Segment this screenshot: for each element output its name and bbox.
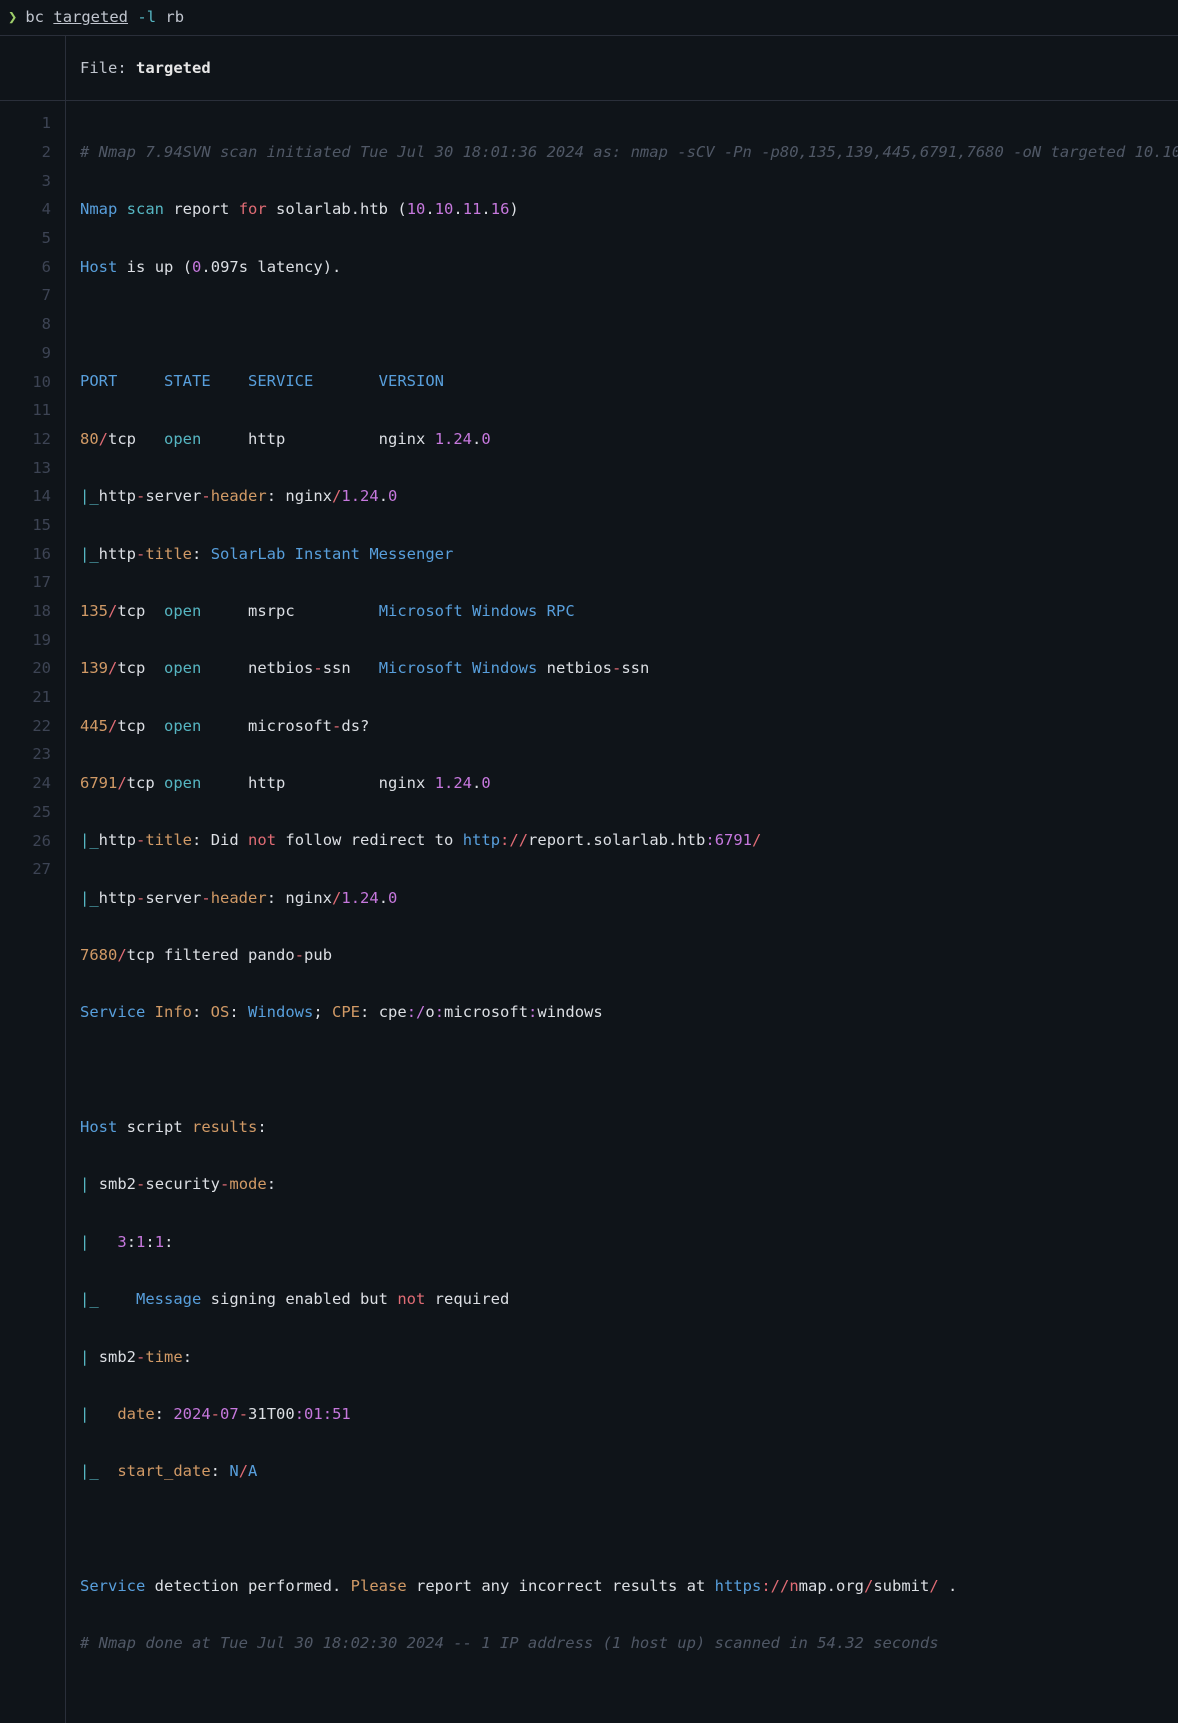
code-line: Service Info: OS: Windows; CPE: cpe:/o:m… [80,998,1178,1027]
code-line: # Nmap done at Tue Jul 30 18:02:30 2024 … [80,1629,1178,1658]
code-line: | date: 2024-07-31T00:01:51 [80,1400,1178,1429]
code-line: Nmap scan report for solarlab.htb (10.10… [80,195,1178,224]
code-line: | smb2-security-mode: [80,1170,1178,1199]
file-label: File: [80,59,136,77]
code-line: |_http-server-header: nginx/1.24.0 [80,884,1178,913]
code-line: Host is up (0.097s latency). [80,253,1178,282]
code-line: # Nmap 7.94SVN scan initiated Tue Jul 30… [80,138,1178,167]
code-line: 6791/tcp open http nginx 1.24.0 [80,769,1178,798]
file-name: targeted [136,59,211,77]
code-line: | 3:1:1: [80,1228,1178,1257]
code-line: |_http-title: SolarLab Instant Messenger [80,540,1178,569]
code-line: 135/tcp open msrpc Microsoft Windows RPC [80,597,1178,626]
code-line: |_http-server-header: nginx/1.24.0 [80,482,1178,511]
file-header: File: targeted [0,35,1178,102]
code-line: |_ start_date: N/A [80,1457,1178,1486]
code-line: |_http-title: Did not follow redirect to… [80,826,1178,855]
code-line: PORT STATE SERVICE VERSION [80,367,1178,396]
command-text: bc targeted -l rb [25,3,184,32]
code-line: |_ Message signing enabled but not requi… [80,1285,1178,1314]
code-line: 139/tcp open netbios-ssn Microsoft Windo… [80,654,1178,683]
prompt-symbol: ❯ [8,3,17,32]
line-gutter: 1234567891011121314151617181920212223242… [0,101,66,1723]
code-content[interactable]: # Nmap 7.94SVN scan initiated Tue Jul 30… [66,101,1178,1723]
code-line: 445/tcp open microsoft-ds? [80,712,1178,741]
command-prompt[interactable]: ❯ bc targeted -l rb [0,0,1178,35]
code-line: Host script results: [80,1113,1178,1142]
code-line: Service detection performed. Please repo… [80,1572,1178,1601]
code-viewer[interactable]: 1234567891011121314151617181920212223242… [0,101,1178,1723]
code-line: | smb2-time: [80,1343,1178,1372]
code-line: 80/tcp open http nginx 1.24.0 [80,425,1178,454]
code-line: 7680/tcp filtered pando-pub [80,941,1178,970]
